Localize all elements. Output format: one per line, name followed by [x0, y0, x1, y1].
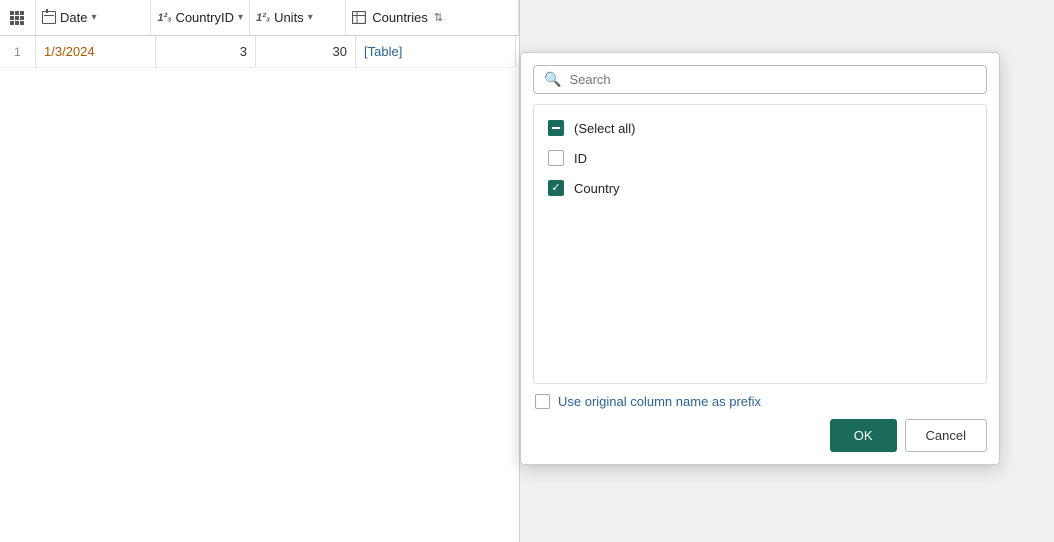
search-box[interactable]: 🔍: [533, 65, 987, 94]
col-header-units[interactable]: 1²₃ Units ▾: [250, 0, 346, 35]
col-header-countryid[interactable]: 1²₃ CountryID ▾: [151, 0, 250, 35]
checkbox-country-label: Country: [574, 181, 620, 196]
row-num-header: [0, 0, 36, 35]
table-container: Date ▾ 1²₃ CountryID ▾ 1²₃ Units ▾ Count…: [0, 0, 520, 542]
checkbox-country[interactable]: [548, 180, 564, 196]
button-row: OK Cancel: [533, 419, 987, 452]
prefix-row[interactable]: Use original column name as prefix: [533, 394, 987, 409]
table-header: Date ▾ 1²₃ CountryID ▾ 1²₃ Units ▾ Count…: [0, 0, 519, 36]
checkbox-id[interactable]: [548, 150, 564, 166]
column-checkbox-list: (Select all) ID Country: [533, 104, 987, 384]
prefix-label: Use original column name as prefix: [558, 394, 761, 409]
units-cell: 30: [256, 36, 356, 67]
col-units-label: Units: [274, 10, 304, 25]
checkbox-item-country[interactable]: Country: [534, 173, 986, 203]
grid-icon: [10, 11, 24, 25]
col-countryid-dropdown-arrow[interactable]: ▾: [238, 12, 243, 23]
checkbox-item-select-all[interactable]: (Select all): [534, 113, 986, 143]
col-header-date[interactable]: Date ▾: [36, 0, 151, 35]
cancel-button[interactable]: Cancel: [905, 419, 987, 452]
col-countries-sort-icon[interactable]: ⇅: [434, 11, 443, 24]
search-icon: 🔍: [544, 71, 561, 88]
checkbox-select-all-label: (Select all): [574, 121, 635, 136]
col-countryid-label: CountryID: [175, 10, 234, 25]
table-body: 1 1/3/2024 3 30 [Table]: [0, 36, 519, 68]
checkbox-id-label: ID: [574, 151, 587, 166]
checkbox-item-id[interactable]: ID: [534, 143, 986, 173]
prefix-checkbox[interactable]: [535, 394, 550, 409]
calendar-icon: [42, 11, 56, 24]
table-icon: [352, 11, 366, 24]
col-date-dropdown-arrow[interactable]: ▾: [91, 12, 96, 23]
col-units-dropdown-arrow[interactable]: ▾: [308, 12, 313, 23]
col-header-countries[interactable]: Countries ⇅: [346, 0, 519, 35]
col-date-label: Date: [60, 10, 87, 25]
col-countries-label: Countries: [372, 10, 428, 25]
num-icon-units: 1²₃: [256, 12, 270, 24]
ok-button[interactable]: OK: [830, 419, 897, 452]
table-row: 1 1/3/2024 3 30 [Table]: [0, 36, 519, 68]
countries-cell: [Table]: [356, 36, 516, 67]
countryid-cell: 3: [156, 36, 256, 67]
panel-footer: Use original column name as prefix OK Ca…: [533, 394, 987, 452]
checkbox-select-all[interactable]: [548, 120, 564, 136]
date-cell: 1/3/2024: [36, 36, 156, 67]
row-num-cell: 1: [0, 36, 36, 67]
column-picker-panel: 🔍 (Select all) ID Country Use original c…: [520, 52, 1000, 465]
num-icon-countryid: 1²₃: [157, 12, 171, 24]
search-input[interactable]: [569, 72, 976, 87]
